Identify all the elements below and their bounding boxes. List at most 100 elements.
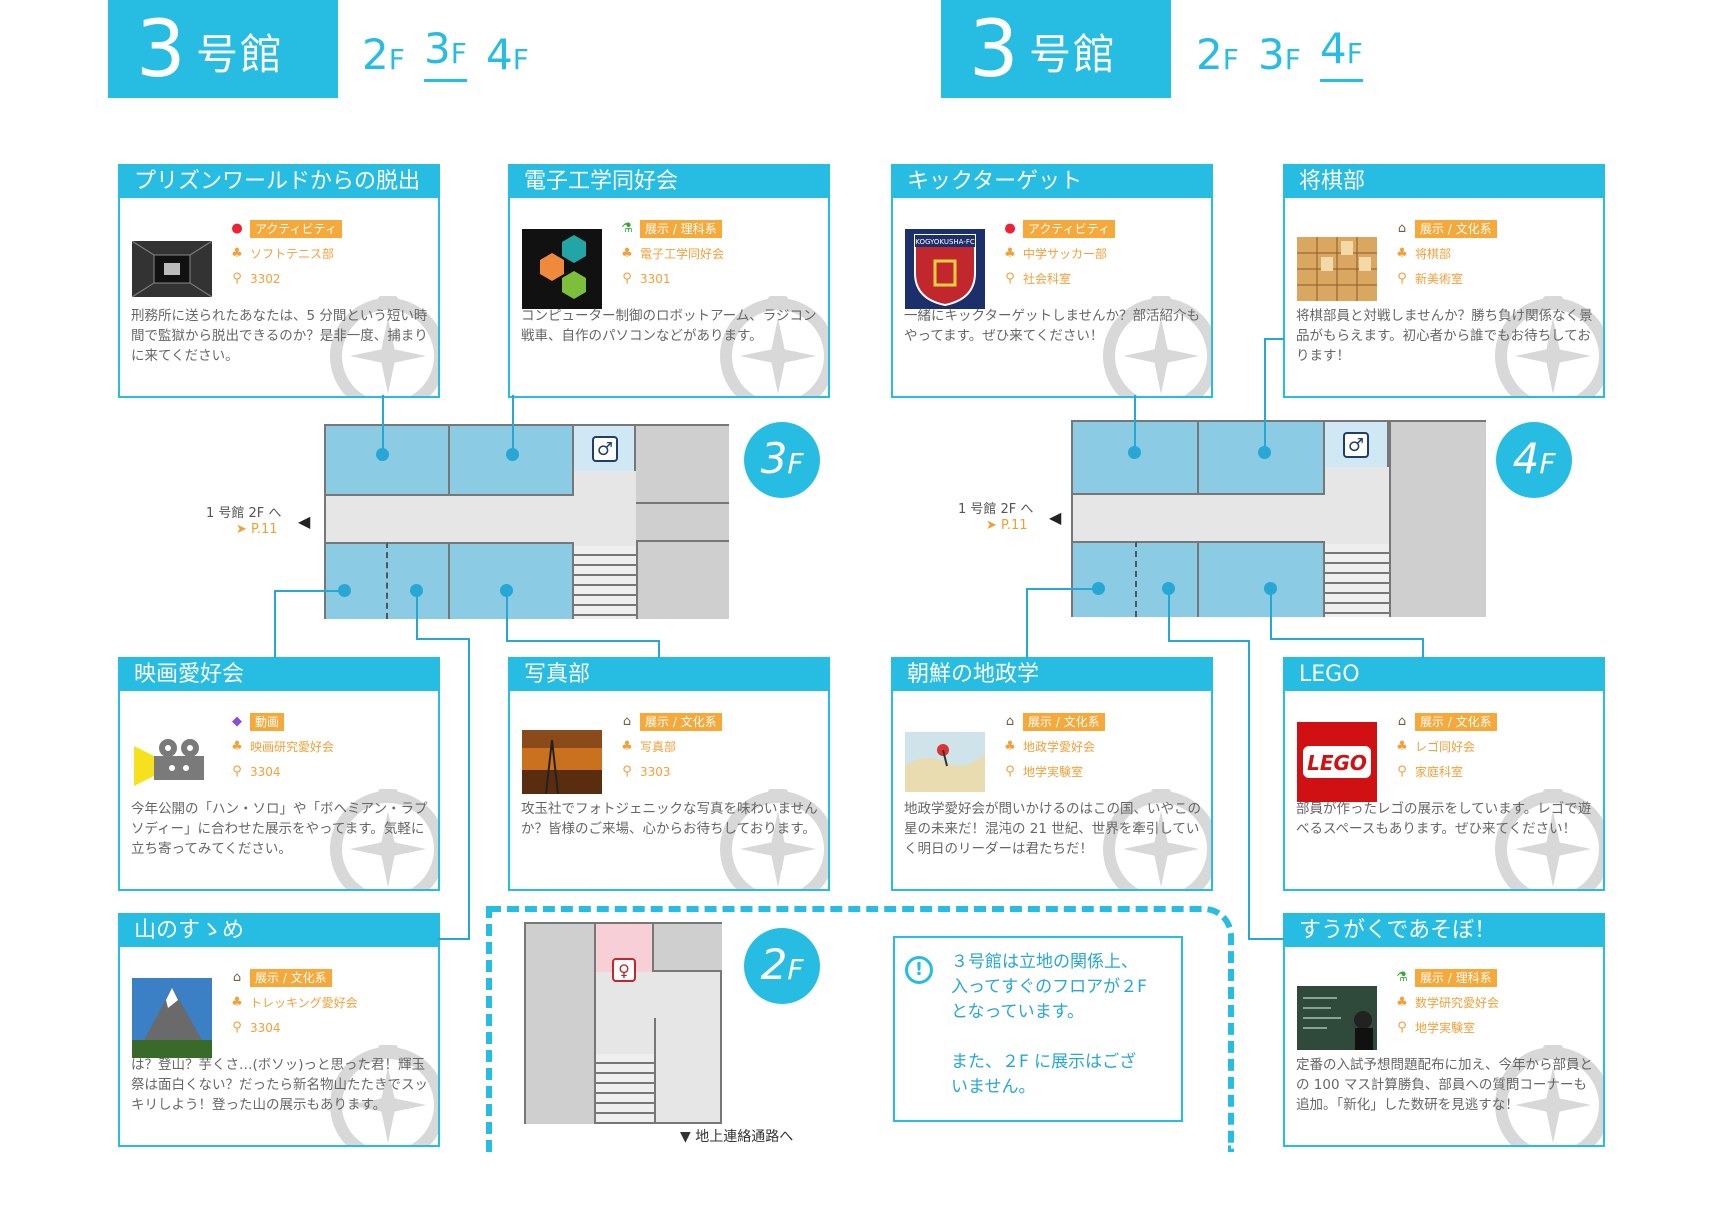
building-header-right: 3 号館 — [941, 0, 1171, 98]
room-gray-e — [1389, 422, 1486, 617]
room-name: 地学実験室 — [1415, 1021, 1476, 1035]
nav-note: 1 号館 2F へ — [206, 506, 282, 521]
nav-arrow-icon: ◀ — [298, 512, 311, 531]
leader-line — [1026, 588, 1028, 658]
org-name: 映画研究愛好会 — [250, 740, 335, 754]
floor-badge-2f: 2F — [744, 928, 820, 1004]
photo-matterhorn — [132, 978, 212, 1058]
room-name: 3301 — [640, 271, 671, 286]
floor-nav-left: 2F 3F 4F — [362, 24, 542, 86]
exhibit-card-kick-target[interactable]: キックターゲット KOGYOKUSHA-FC ● アクティビティ ♣ 中学サッカー部… — [891, 164, 1213, 398]
leader-line — [1264, 338, 1284, 340]
org-name: 中学サッカー部 — [1023, 247, 1108, 261]
card-description: コンピューター制御のロボットアーム、ラジコン戦車、自作のパソコンなどがあります。 — [521, 308, 817, 344]
people-icon: ♣ — [231, 739, 243, 754]
exhibit-card-photo-club[interactable]: 写真部 ⌂ 展示 / 文化系 ♣ 写真部 ⚲ 3303 攻玉社でフォトジェニックな写真… — [508, 657, 830, 891]
floor-badge-4f: 4F — [1496, 422, 1572, 498]
room-3302[interactable] — [326, 426, 450, 496]
card-title: LEGO — [1285, 659, 1603, 691]
exhibit-card-geopolitics[interactable]: 朝鮮の地政学 ⌂ 展示 / 文化系 ♣ 地政学愛好会 ⚲ 地学実験室 地政学愛好会が問… — [891, 657, 1213, 891]
notice-line: また、２F に展示はござ — [951, 1052, 1137, 1072]
exhibit-card-shogi[interactable]: 将棋部 ⌂ 展示 / 文化系 ♣ 将棋部 ⚲ 新美術室 将棋部員と対戦しませんか？勝ち… — [1283, 164, 1605, 398]
leader-line — [506, 590, 508, 640]
category-tag: 動画 — [250, 712, 285, 731]
room-gray-ne — [636, 426, 729, 504]
floor-nav-right: 2F 3F 4F — [1196, 24, 1376, 86]
card-description: 刑務所に送られたあなたは、5 分間という短い時間で監獄から脱出できるのか？是非一… — [131, 308, 428, 364]
card-title: 将棋部 — [1285, 166, 1603, 198]
leader-line — [1134, 395, 1136, 453]
stairs — [596, 1054, 654, 1124]
location-pin-icon: ⚲ — [1005, 271, 1015, 286]
stairs — [574, 546, 636, 619]
building-header-left: 3 号館 — [108, 0, 338, 98]
nav-arrow-icon: ◀ — [1049, 508, 1062, 527]
card-title: 写真部 — [510, 659, 828, 691]
people-icon: ♣ — [621, 739, 633, 754]
org-name: 電子工学同好会 — [640, 247, 725, 261]
card-description: 部員が作ったレゴの展示をしています。レゴで遊べるスペースもあります。ぜひ来てくだ… — [1296, 801, 1592, 837]
floor-link-3f[interactable]: 3F — [424, 24, 467, 82]
corridor-divider — [654, 1018, 656, 1124]
room-3303[interactable] — [450, 542, 574, 619]
leader-line — [1270, 638, 1422, 640]
museum-icon: ⌂ — [1397, 714, 1407, 729]
exhibit-card-film[interactable]: 映画愛好会 ◆ 動画 ♣ 映画研究愛好会 ⚲ 3304 今年公開の「ハン・ソロ」や「ボ… — [118, 657, 440, 891]
museum-icon: ⌂ — [1397, 221, 1407, 236]
room-gray-ne — [654, 924, 722, 972]
photo-hexagon-logo — [522, 229, 602, 309]
leader-line — [468, 638, 470, 938]
org-name: 地政学愛好会 — [1023, 740, 1096, 754]
location-pin-icon: ⚲ — [232, 764, 242, 779]
people-icon: ♣ — [231, 995, 243, 1010]
card-description: 将棋部員と対戦しませんか？勝ち負け関係なく景品がもらえます。初心者から誰でもお待… — [1296, 308, 1593, 364]
card-description: 定番の入試予想問題配布に加え、今年から部員との 100 マス計算勝負、部員への質… — [1296, 1057, 1593, 1113]
leader-line — [1264, 338, 1266, 453]
room-3304[interactable] — [326, 542, 388, 619]
room-3304b[interactable] — [388, 542, 450, 619]
ping-pong-icon: ● — [1004, 221, 1016, 236]
org-name: ソフトテニス部 — [250, 247, 335, 261]
leader-line — [658, 640, 660, 658]
category-tag: 展示 / 理科系 — [640, 219, 722, 238]
room-gray-w — [526, 924, 596, 1124]
exhibit-card-mountain[interactable]: 山のすゝめ ⌂ 展示 / 文化系 ♣ トレッキング愛好会 ⚲ 3304 は？登山？芋く… — [118, 913, 440, 1147]
location-pin-icon: ⚲ — [232, 1020, 242, 1035]
page-ref-link[interactable]: ➤ P.11 — [236, 522, 278, 537]
nav-note: 1 号館 2F へ — [958, 502, 1034, 517]
org-name: トレッキング愛好会 — [250, 996, 358, 1010]
leader-line — [1270, 588, 1272, 638]
card-description: は？登山？芋くさ…(ボソッ)っと思った君！輝玉祭は面白くない？だったら新名物山た… — [131, 1057, 428, 1113]
people-icon: ♣ — [621, 246, 633, 261]
leader-line — [274, 590, 344, 592]
floor-link-3f[interactable]: 3F — [1258, 30, 1301, 85]
card-description: 今年公開の「ハン・ソロ」や「ボヘミアン・ラプソディー」に合わせた展示をやってます… — [131, 801, 428, 857]
leader-line — [416, 638, 468, 640]
room-name: 3303 — [640, 764, 671, 779]
card-title: 山のすゝめ — [120, 915, 438, 947]
notice-line: ３号館は立地の関係上、 — [951, 952, 1138, 972]
floor-link-2f[interactable]: 2F — [1196, 30, 1239, 85]
category-tag: アクティビティ — [250, 219, 342, 238]
museum-icon: ⌂ — [232, 970, 242, 985]
exhibit-card-prison[interactable]: プリズンワールドからの脱出 ● アクティビティ ♣ ソフトテニス部 ⚲ 3302 刑務… — [118, 164, 440, 398]
leader-line — [1248, 640, 1250, 938]
exhibit-card-electronics[interactable]: 電子工学同好会 ⚗ 展示 / 理科系 ♣ 電子工学同好会 ⚲ 3301 コンピューター… — [508, 164, 830, 398]
people-icon: ♣ — [231, 246, 243, 261]
floor-link-4f[interactable]: 4F — [1320, 24, 1363, 82]
room-earth-lab[interactable] — [1073, 541, 1137, 617]
exhibit-card-math[interactable]: すうがくであそぼ！ ⚗ 展示 / 理科系 ♣ 数学研究愛好会 ⚲ 地学実験室 定番の入… — [1283, 913, 1605, 1147]
category-tag: 展示 / 文化系 — [1415, 219, 1497, 238]
people-icon: ♣ — [1396, 246, 1408, 261]
floor-link-4f[interactable]: 4F — [486, 30, 529, 85]
room-gray-e — [636, 504, 729, 542]
building-label: 号館 — [196, 30, 285, 79]
card-title: キックターゲット — [893, 166, 1211, 198]
leader-line — [382, 395, 384, 455]
location-pin-icon: ⚲ — [1397, 271, 1407, 286]
exhibit-card-lego[interactable]: LEGO LEGO ⌂ 展示 / 文化系 ♣ レゴ同好会 ⚲ 家庭科室 部員が作ったレ… — [1283, 657, 1605, 891]
card-description: 一緒にキックターゲットしませんか？部活紹介もやってます。ぜひ来てください！ — [904, 308, 1201, 344]
page-ref-link[interactable]: ➤ P.11 — [986, 518, 1028, 533]
room-earth-lab-2[interactable] — [1199, 541, 1325, 617]
floor-link-2f[interactable]: 2F — [362, 30, 405, 85]
